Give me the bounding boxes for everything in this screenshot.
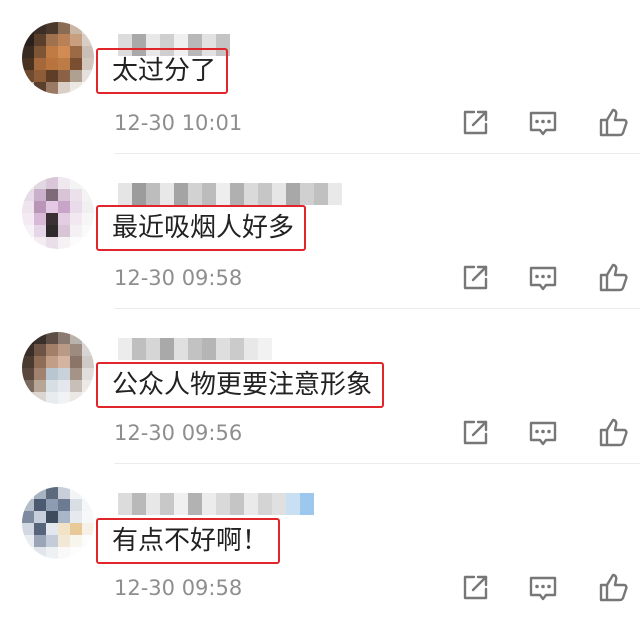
comment-time: 12-30 09:58 [114, 266, 243, 290]
thumbs-up-icon[interactable] [597, 416, 631, 450]
comment-item: 最近吸烟人好多 12-30 09:58 [0, 155, 640, 310]
share-icon[interactable] [458, 416, 492, 450]
username-blurred[interactable] [118, 183, 342, 205]
comment-icon[interactable] [526, 106, 560, 140]
comment-icon[interactable] [526, 571, 560, 605]
thumbs-up-icon[interactable] [597, 106, 631, 140]
divider [114, 308, 640, 309]
comment-icon[interactable] [526, 261, 560, 295]
divider [114, 153, 640, 154]
comment-time: 12-30 09:58 [114, 576, 243, 600]
avatar[interactable] [22, 487, 94, 559]
avatar[interactable] [22, 332, 94, 404]
share-icon[interactable] [458, 571, 492, 605]
comment-time: 12-30 10:01 [114, 111, 243, 135]
share-icon[interactable] [458, 106, 492, 140]
comment-text: 公众人物更要注意形象 [96, 362, 385, 408]
comment-icon[interactable] [526, 416, 560, 450]
divider [114, 463, 640, 464]
avatar[interactable] [22, 177, 94, 249]
username-blurred[interactable] [118, 493, 314, 515]
username-blurred[interactable] [118, 338, 272, 360]
comment-item: 太过分了 12-30 10:01 [0, 0, 640, 155]
share-icon[interactable] [458, 261, 492, 295]
comment-text: 有点不好啊！ [96, 518, 281, 564]
comment-text: 太过分了 [96, 48, 229, 94]
comment-item: 公众人物更要注意形象 12-30 09:56 [0, 310, 640, 465]
thumbs-up-icon[interactable] [597, 571, 631, 605]
comment-text: 最近吸烟人好多 [96, 205, 307, 251]
comment-item: 有点不好啊！ 12-30 09:58 [0, 465, 640, 620]
thumbs-up-icon[interactable] [597, 261, 631, 295]
avatar[interactable] [22, 22, 94, 94]
comment-time: 12-30 09:56 [114, 421, 243, 445]
